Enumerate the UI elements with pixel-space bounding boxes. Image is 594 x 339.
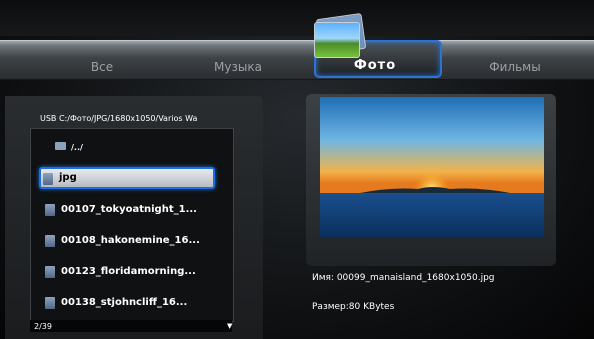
tab-photo[interactable]: Фото: [330, 58, 420, 74]
list-item-label: 00108_hakonemine_16...: [61, 235, 200, 246]
list-item-label: /../: [71, 143, 83, 152]
list-item[interactable]: 00107_tokyoatnight_1...: [43, 199, 218, 221]
page-counter: 2/39: [34, 322, 52, 331]
image-file-icon: [43, 173, 53, 185]
list-item-label: jpg: [59, 172, 77, 183]
preview-image: [320, 97, 544, 237]
photo-icon: [312, 12, 367, 58]
list-item[interactable]: 00138_stjohncliff_16...: [43, 292, 218, 314]
counter-bar: [30, 320, 232, 332]
list-item-label: 00138_stjohncliff_16...: [61, 297, 188, 308]
media-player-screen: Все Музыка Фото Фильмы USB C:/Фото/JPG/1…: [0, 0, 594, 339]
top-band: [0, 0, 594, 36]
file-list: /../ jpg 00107_tokyoatnight_1... 00108_h…: [30, 128, 234, 322]
list-item-label: 00123_floridamorning...: [61, 266, 196, 277]
tab-movies[interactable]: Фильмы: [470, 60, 560, 76]
scroll-down-icon[interactable]: ▼: [227, 322, 232, 330]
list-item-selected[interactable]: jpg: [39, 167, 215, 189]
list-item-label: 00107_tokyoatnight_1...: [61, 204, 197, 215]
image-file-icon: [45, 266, 55, 278]
photo-card-front: [314, 22, 360, 58]
list-item[interactable]: 00108_hakonemine_16...: [43, 230, 218, 252]
image-file-icon: [45, 297, 55, 309]
file-name-info: Имя: 00099_manaisland_1680x1050.jpg: [312, 273, 495, 283]
tab-music[interactable]: Музыка: [198, 60, 278, 76]
image-file-icon: [45, 235, 55, 247]
image-file-icon: [45, 204, 55, 216]
file-size-info: Размер:80 KBytes: [312, 302, 395, 312]
list-item-parent-folder[interactable]: /../: [43, 137, 218, 159]
folder-icon: [55, 142, 66, 150]
list-item[interactable]: 00123_floridamorning...: [43, 261, 218, 283]
tab-all[interactable]: Все: [72, 60, 132, 76]
current-path: USB C:/Фото/JPG/1680x1050/Varios Wa: [40, 114, 198, 123]
